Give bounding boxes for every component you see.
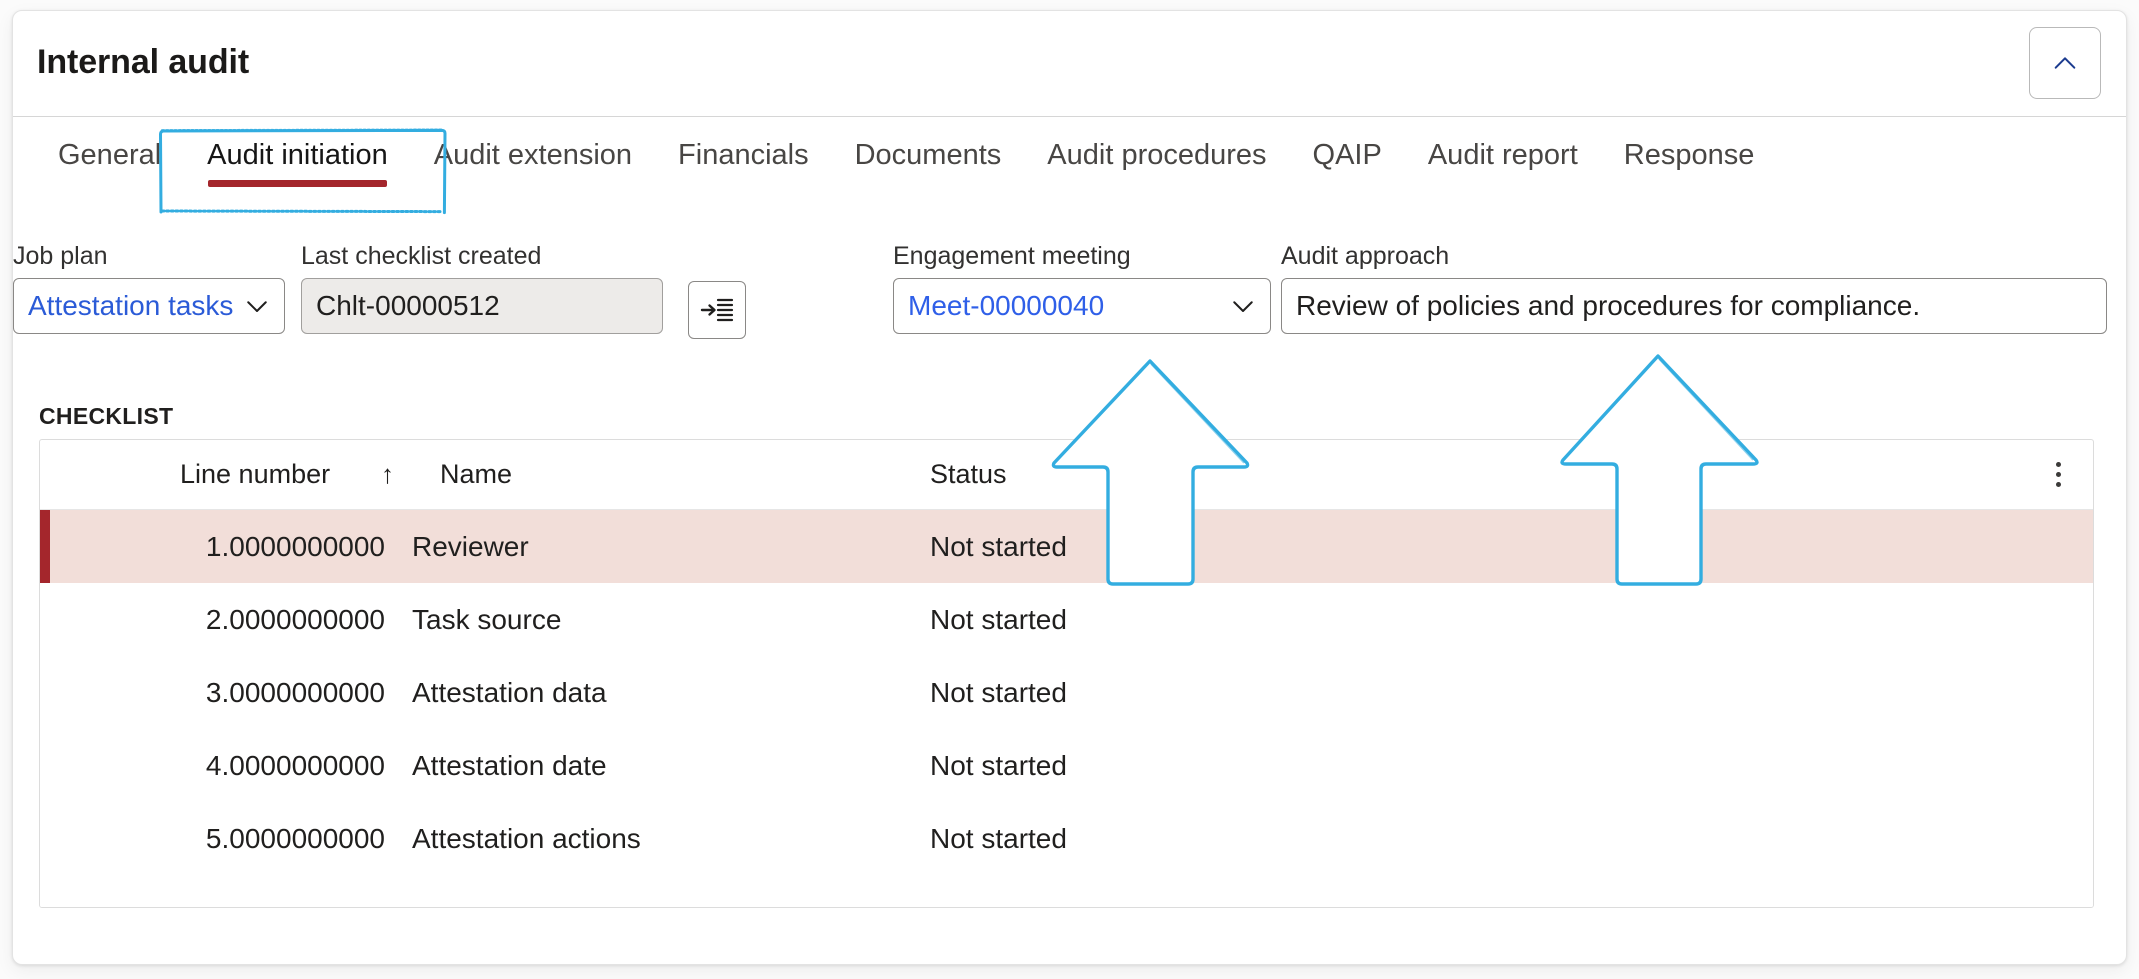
- column-header-status[interactable]: Status: [930, 459, 1007, 490]
- cell-status: Not started: [930, 676, 1067, 708]
- tab-selected-underline: [208, 180, 387, 187]
- tab-financials[interactable]: Financials: [655, 117, 832, 170]
- chevron-up-icon: [2054, 57, 2076, 69]
- cell-status: Not started: [930, 530, 1067, 562]
- cell-status: Not started: [930, 822, 1067, 854]
- open-checklist-button[interactable]: [688, 281, 746, 339]
- field-last-checklist-created: Last checklist created Chlt-00000512: [301, 241, 663, 334]
- collapse-section-button[interactable]: [2029, 27, 2101, 99]
- tab-audit-extension[interactable]: Audit extension: [411, 117, 655, 170]
- table-row[interactable]: 1.0000000000 Reviewer Not started: [40, 510, 2093, 583]
- field-label: Audit approach: [1281, 242, 1450, 270]
- cell-line-number: 4.0000000000: [205, 749, 385, 781]
- field-label: Engagement meeting: [893, 242, 1131, 270]
- go-to-list-icon: [700, 298, 734, 322]
- column-header-line-number[interactable]: Line number: [180, 459, 330, 490]
- table-row[interactable]: 2.0000000000 Task source Not started: [40, 583, 2093, 656]
- job-plan-value: Attestation tasks: [28, 290, 234, 321]
- engagement-meeting-dropdown[interactable]: Meet-00000040: [893, 278, 1271, 334]
- grid-header-row: Line number ↑ Name Status: [40, 440, 2093, 510]
- tab-label: Audit initiation: [207, 139, 388, 171]
- engagement-meeting-value: Meet-00000040: [908, 290, 1105, 321]
- field-label: Job plan: [13, 242, 108, 270]
- cell-line-number: 5.0000000000: [205, 822, 385, 854]
- cell-line-number: 2.0000000000: [205, 603, 385, 635]
- sort-ascending-icon[interactable]: ↑: [381, 459, 394, 490]
- cell-name: Attestation data: [412, 676, 607, 708]
- field-audit-approach: Audit approach Review of policies and pr…: [1281, 241, 2107, 334]
- tab-label: Audit report: [1427, 139, 1578, 171]
- cell-name: Attestation date: [412, 749, 607, 781]
- job-plan-dropdown[interactable]: Attestation tasks: [13, 278, 285, 334]
- cell-name: Attestation actions: [412, 822, 641, 854]
- grid-filler: [40, 875, 2093, 907]
- tab-audit-report[interactable]: Audit report: [1405, 117, 1601, 170]
- tab-documents[interactable]: Documents: [832, 117, 1025, 170]
- table-row[interactable]: 5.0000000000 Attestation actions Not sta…: [40, 802, 2093, 875]
- chevron-down-icon: [247, 301, 267, 312]
- audit-approach-value: Review of policies and procedures for co…: [1296, 290, 1921, 321]
- tab-audit-procedures[interactable]: Audit procedures: [1024, 117, 1289, 170]
- checklist-grid: Line number ↑ Name Status 1.0000000000 R…: [39, 439, 2094, 908]
- tab-label: Response: [1623, 139, 1755, 171]
- field-label: Last checklist created: [301, 242, 542, 270]
- field-engagement-meeting: Engagement meeting Meet-00000040: [893, 241, 1271, 334]
- cell-line-number: 3.0000000000: [205, 676, 385, 708]
- audit-approach-input[interactable]: Review of policies and procedures for co…: [1281, 278, 2107, 334]
- tab-label: Documents: [854, 139, 1002, 171]
- tab-general[interactable]: General: [35, 117, 184, 170]
- tab-qaip[interactable]: QAIP: [1290, 117, 1405, 170]
- checklist-section-caption: CHECKLIST: [39, 403, 174, 429]
- cell-status: Not started: [930, 749, 1067, 781]
- app-root: Internal audit General Audit initiation …: [0, 0, 2139, 979]
- card-header: Internal audit: [13, 11, 2126, 117]
- field-job-plan: Job plan Attestation tasks: [13, 241, 285, 334]
- field-row: Job plan Attestation tasks Last checklis…: [13, 241, 2126, 351]
- cell-name: Reviewer: [412, 530, 529, 562]
- table-row[interactable]: 3.0000000000 Attestation data Not starte…: [40, 656, 2093, 729]
- column-header-name[interactable]: Name: [440, 459, 512, 490]
- cell-status: Not started: [930, 603, 1067, 635]
- tab-label: General: [58, 139, 162, 171]
- more-options-icon[interactable]: [2045, 458, 2071, 492]
- cell-name: Task source: [412, 603, 562, 635]
- tab-response[interactable]: Response: [1601, 117, 1778, 170]
- tab-audit-initiation[interactable]: Audit initiation: [184, 117, 411, 187]
- last-checklist-created-input[interactable]: Chlt-00000512: [301, 278, 663, 334]
- internal-audit-card: Internal audit General Audit initiation …: [12, 10, 2127, 965]
- cell-line-number: 1.0000000000: [205, 530, 385, 562]
- table-row[interactable]: 4.0000000000 Attestation date Not starte…: [40, 729, 2093, 802]
- tab-label: Audit procedures: [1047, 139, 1267, 171]
- page-title: Internal audit: [37, 43, 250, 81]
- last-checklist-created-value: Chlt-00000512: [316, 290, 500, 321]
- tab-label: QAIP: [1312, 139, 1382, 171]
- tab-label: Financials: [678, 139, 809, 171]
- tab-bar: General Audit initiation Audit extension…: [13, 117, 2126, 201]
- chevron-down-icon: [1233, 301, 1253, 312]
- tab-label: Audit extension: [433, 139, 633, 171]
